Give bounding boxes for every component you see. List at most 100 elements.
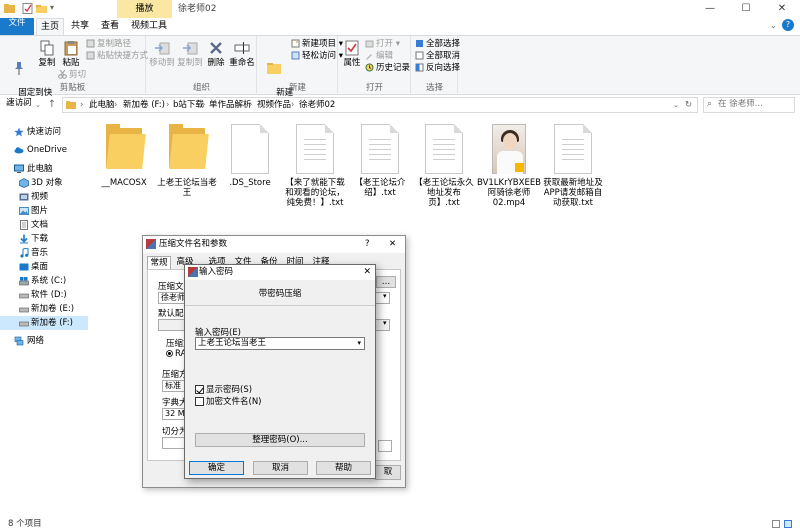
copy-to-icon xyxy=(183,42,198,55)
text-file-icon xyxy=(361,124,399,174)
open-button[interactable]: 打开 ▾ xyxy=(365,39,400,50)
crumb-this-pc[interactable]: 此电脑 xyxy=(89,98,115,112)
nav-downloads[interactable]: 下载 xyxy=(0,232,88,246)
password-history-dropdown-icon[interactable]: ▾ xyxy=(357,338,361,349)
copy-icon xyxy=(40,40,54,56)
delete-button[interactable]: 删除 xyxy=(205,40,227,68)
new-folder-quick-icon[interactable] xyxy=(36,3,47,14)
properties-button[interactable]: 属性 xyxy=(341,40,363,68)
select-all-button[interactable]: 全部选择 xyxy=(415,39,460,50)
recent-locations-button[interactable]: ⌄ xyxy=(32,98,44,112)
nav-onedrive[interactable]: OneDrive xyxy=(0,143,88,157)
file-item-folder-laowang[interactable]: 上老王论坛当老王 xyxy=(155,124,219,198)
history-button[interactable]: 历史记录 xyxy=(365,63,410,74)
nav-quick-access[interactable]: 快速访问 xyxy=(0,125,88,139)
copy-path-button[interactable]: 复制路径 xyxy=(86,39,131,50)
close-button[interactable]: ✕ xyxy=(764,0,800,18)
copy-to-button[interactable]: 复制到 xyxy=(177,40,203,68)
tab-video-tools[interactable]: 视频工具 xyxy=(128,18,170,35)
address-bar[interactable]: › 此电脑 › 新加卷 (F:) › b站下载 › 单作品解析 › 视频作品 ›… xyxy=(62,97,698,113)
back-button[interactable]: ← xyxy=(4,98,16,112)
network-icon xyxy=(14,336,24,346)
password-input[interactable]: 上老王论坛当老王 ▾ xyxy=(195,337,365,350)
archive-help-button[interactable]: ? xyxy=(365,236,370,253)
nav-network[interactable]: 网络 xyxy=(0,334,88,348)
nav-pictures[interactable]: 图片 xyxy=(0,204,88,218)
crumb-sep: › xyxy=(249,100,253,110)
crumb-current[interactable]: 徐老师02 xyxy=(299,98,335,112)
crumb-video-works[interactable]: 视频作品 xyxy=(257,98,291,112)
nav-3d-objects[interactable]: 3D 对象 xyxy=(0,176,88,190)
invert-selection-button[interactable]: 反向选择 xyxy=(415,63,460,74)
easy-access-button[interactable]: 轻松访问 ▾ xyxy=(291,51,343,62)
select-none-button[interactable]: 全部取消 xyxy=(415,51,460,62)
nav-drive-d[interactable]: 软件 (D:) xyxy=(0,288,88,302)
move-to-button[interactable]: 移动到 xyxy=(149,40,175,68)
password-close-button[interactable]: ✕ xyxy=(363,265,371,280)
archive-name-dropdown-icon[interactable]: ▾ xyxy=(383,292,387,300)
paste-shortcut-button[interactable]: 粘贴快捷方式 xyxy=(86,51,148,62)
nav-desktop[interactable]: 桌面 xyxy=(0,260,88,274)
file-item-txt-1[interactable]: 【来了就能下载和观看的论坛，纯免费！】.txt xyxy=(283,124,347,208)
nav-this-pc[interactable]: 此电脑 xyxy=(0,162,88,176)
properties-icon xyxy=(345,40,359,56)
computer-icon xyxy=(14,164,24,173)
file-item-txt-2[interactable]: 【老王论坛介绍】.txt xyxy=(348,124,412,198)
split-volume-dropdown[interactable] xyxy=(378,440,392,452)
forward-button[interactable]: → xyxy=(18,98,30,112)
nav-music[interactable]: 音乐 xyxy=(0,246,88,260)
large-icons-view-icon[interactable] xyxy=(784,520,792,528)
maximize-button[interactable]: ☐ xyxy=(728,0,764,18)
tab-home[interactable]: 主页 xyxy=(36,18,64,35)
address-dropdown-icon[interactable]: ⌄ xyxy=(673,98,679,112)
search-input[interactable] xyxy=(718,99,788,109)
crumb-single-parse[interactable]: 单作品解析 xyxy=(209,98,252,112)
nav-videos[interactable]: 视频 xyxy=(0,190,88,204)
paste-button[interactable]: 粘贴 xyxy=(60,40,82,68)
minimize-button[interactable]: — xyxy=(692,0,728,18)
edit-button[interactable]: 编辑 xyxy=(365,51,393,62)
desktop-icon xyxy=(19,263,29,271)
tab-view[interactable]: 查看 xyxy=(96,18,124,35)
refresh-icon[interactable]: ↻ xyxy=(685,98,692,112)
browse-button[interactable]: … xyxy=(376,276,396,288)
rename-button[interactable]: 重命名 xyxy=(229,40,255,68)
file-item-video[interactable]: BV1LKrYBXEEB 阿骑徐老师02.mp4 xyxy=(477,124,541,208)
cancel-button[interactable]: 取消 xyxy=(253,461,308,475)
tab-file[interactable]: 文件 xyxy=(0,18,34,35)
document-icon xyxy=(20,220,28,230)
file-item-txt-4[interactable]: 获取最新地址及APP请发邮箱自动获取.txt xyxy=(541,124,605,208)
show-password-checkbox[interactable]: 显示密码(S) xyxy=(195,385,252,395)
archive-close-button[interactable]: ✕ xyxy=(389,236,396,253)
organize-passwords-button[interactable]: 整理密码(O)... xyxy=(195,433,365,447)
help-icon[interactable]: ? xyxy=(782,19,794,31)
nav-drive-c[interactable]: 系统 (C:) xyxy=(0,274,88,288)
file-item-ds-store[interactable]: .DS_Store xyxy=(218,124,282,188)
file-item-txt-3[interactable]: 【老王论坛永久地址发布页】.txt xyxy=(412,124,476,208)
properties-quick-icon[interactable] xyxy=(22,3,33,14)
archive-cancel-button[interactable]: 取 xyxy=(375,465,401,480)
encrypt-filenames-checkbox[interactable]: 加密文件名(N) xyxy=(195,397,262,407)
new-item-button[interactable]: 新建项目 ▾ xyxy=(291,39,343,50)
crumb-drive-f[interactable]: 新加卷 (F:) xyxy=(123,98,165,112)
details-view-icon[interactable] xyxy=(772,520,780,528)
archive-tab-general[interactable]: 常规 xyxy=(147,256,171,269)
nav-drive-e[interactable]: 新加卷 (E:) xyxy=(0,302,88,316)
tab-share[interactable]: 共享 xyxy=(66,18,94,35)
quick-access-dropdown-icon[interactable]: ▾ xyxy=(50,3,54,12)
new-group-label: 新建 xyxy=(288,83,306,93)
nav-documents[interactable]: 文档 xyxy=(0,218,88,232)
ok-button[interactable]: 确定 xyxy=(189,461,244,475)
ribbon-expand-icon[interactable]: ⌄ xyxy=(770,21,777,30)
nav-drive-f[interactable]: 新加卷 (F:) xyxy=(0,316,88,330)
help-button[interactable]: 帮助 xyxy=(316,461,371,475)
profile-dropdown-icon[interactable]: ▾ xyxy=(383,319,387,327)
up-button[interactable]: ↑ xyxy=(46,98,58,112)
blank-file-icon xyxy=(231,124,269,174)
crumb-sep: › xyxy=(202,100,206,110)
copy-button[interactable]: 复制 xyxy=(36,40,58,68)
file-item-macosx[interactable]: __MACOSX xyxy=(92,124,156,188)
cut-button[interactable]: 剪切 xyxy=(58,70,86,81)
crumb-bilibili-download[interactable]: b站下载 xyxy=(173,98,204,112)
copy-path-icon xyxy=(86,39,95,48)
